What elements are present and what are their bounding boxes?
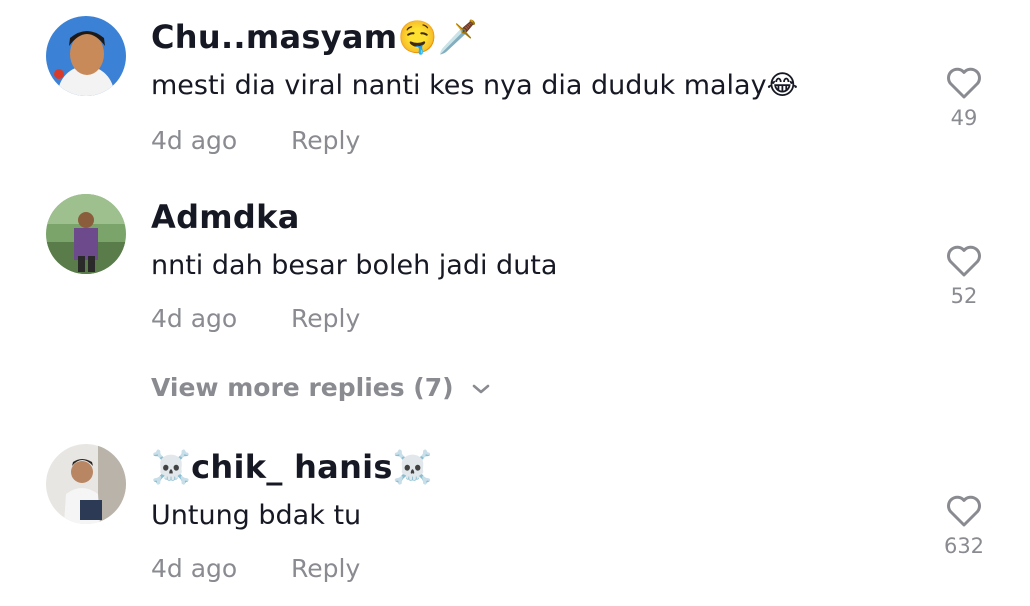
like-count: 49 <box>950 106 978 130</box>
reply-button[interactable]: Reply <box>291 554 360 583</box>
avatar-image <box>46 444 126 524</box>
comment-item: ☠️chik_ hanis☠️ Untung bdak tu 4d ago Re… <box>0 430 1030 606</box>
reply-button[interactable]: Reply <box>291 126 360 155</box>
chevron-down-icon <box>472 384 490 394</box>
like-section: 632 <box>924 494 1004 558</box>
view-more-label: View more replies (7) <box>151 373 454 402</box>
comment-item: Chu..masyam🤤🗡️ mesti dia viral nanti kes… <box>0 0 1030 180</box>
heart-icon[interactable] <box>945 244 983 278</box>
avatar-image <box>46 16 126 96</box>
like-count: 52 <box>950 284 978 308</box>
comment-time: 4d ago <box>151 304 238 333</box>
username-emoji: 🤤🗡️ <box>397 18 478 56</box>
comment-time: 4d ago <box>151 554 238 583</box>
username-emoji: ☠️ <box>392 448 433 486</box>
avatar[interactable] <box>46 16 126 96</box>
avatar[interactable] <box>46 444 126 524</box>
avatar-image <box>46 194 126 274</box>
username-text: Admdka <box>151 198 300 236</box>
like-section: 52 <box>924 244 1004 308</box>
username-text: chik_ hanis <box>191 448 393 486</box>
comment-username[interactable]: Chu..masyam🤤🗡️ <box>151 18 478 56</box>
comment-item: Admdka nnti dah besar boleh jadi duta 4d… <box>0 180 1030 360</box>
view-more-replies-button[interactable]: View more replies (7) <box>151 373 490 402</box>
username-text: Chu..masyam <box>151 18 398 56</box>
username-emoji: ☠️ <box>151 448 192 486</box>
comment-text: mesti dia viral nanti kes nya dia duduk … <box>151 70 799 101</box>
heart-icon[interactable] <box>945 494 983 528</box>
comment-text: Untung bdak tu <box>151 500 362 531</box>
like-section: 49 <box>924 66 1004 130</box>
heart-icon[interactable] <box>945 66 983 100</box>
reply-button[interactable]: Reply <box>291 304 360 333</box>
comment-text: nnti dah besar boleh jadi duta <box>151 250 558 281</box>
comment-username[interactable]: Admdka <box>151 198 300 236</box>
comment-username[interactable]: ☠️chik_ hanis☠️ <box>151 448 433 486</box>
like-count: 632 <box>943 534 985 558</box>
avatar[interactable] <box>46 194 126 274</box>
comment-time: 4d ago <box>151 126 238 155</box>
